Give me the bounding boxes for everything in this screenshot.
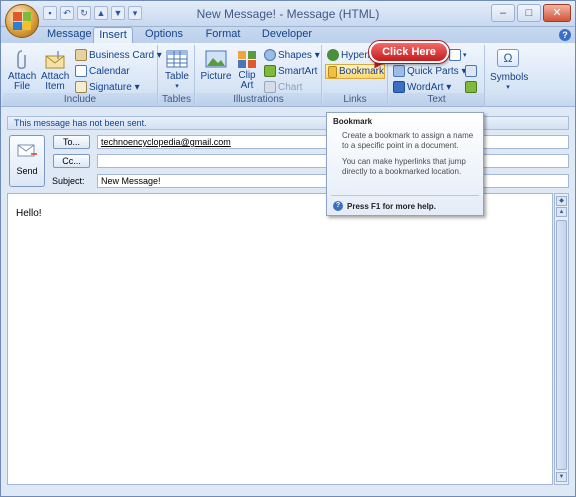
picture-icon [205,50,227,68]
tab-format-text[interactable]: Format Text [195,27,251,55]
ribbon: Attach File Attach Item Business Card ▾ … [1,43,575,107]
bookmark-tooltip: Bookmark Create a bookmark to assign a n… [326,112,484,216]
office-logo-icon [13,12,31,30]
business-card-icon [75,49,87,61]
window-title: New Message! - Message (HTML) [196,7,380,21]
group-include-label: Include [3,93,157,106]
quick-parts-icon [393,65,405,77]
subject-label: Subject: [52,176,85,186]
tooltip-divider [331,195,479,196]
bookmark-icon [328,65,337,78]
omega-icon: Ω [497,49,519,67]
tooltip-hint: You can make hyperlinks that jump direct… [342,157,466,176]
outlook-message-window: ▪ ↶ ↻ ▲ ▼ ▾ New Message! - Message (HTML… [0,0,576,497]
group-symbols: Ω Symbols ▾ [486,45,530,107]
scroll-top-icon[interactable]: ◆ [556,196,567,206]
business-card-button[interactable]: Business Card ▾ [75,49,162,61]
chevron-down-icon: ▾ [506,84,510,91]
attach-item-button[interactable]: Attach Item [39,49,71,92]
symbols-button[interactable]: Ω Symbols ▾ [490,49,528,93]
chart-button[interactable]: Chart [264,81,302,93]
minimize-button[interactable]: – [491,4,515,22]
text-box-button[interactable]: ▾ [449,49,467,61]
calendar-button[interactable]: Calendar [75,65,130,77]
info-bar: This message has not been sent. [7,116,569,130]
title-bar: ▪ ↶ ↻ ▲ ▼ ▾ New Message! - Message (HTML… [1,1,575,27]
click-here-callout: Click Here [369,41,449,63]
group-text-label: Text [389,93,484,106]
tab-developer[interactable]: Developer [261,27,313,43]
tooltip-title: Bookmark [333,117,373,126]
window-controls: – □ ✕ [491,4,571,22]
date-time-icon [465,81,477,93]
clip-art-icon [238,51,256,68]
hyperlink-button[interactable]: Hyperl [327,49,370,61]
table-button[interactable]: Table ▾ [161,49,193,92]
tab-insert[interactable]: Insert [93,27,133,43]
smartart-button[interactable]: SmartArt [264,65,317,77]
tooltip-description: Create a bookmark to assign a name to a … [342,131,474,150]
chart-icon [264,81,276,93]
signature-line-icon [465,65,477,77]
date-time-button[interactable] [465,81,477,93]
scroll-down-arrow[interactable]: ▼ [556,472,567,482]
scroll-thumb[interactable] [556,220,567,470]
message-body[interactable]: Hello! [7,193,553,485]
quick-parts-button[interactable]: Quick Parts ▾ [393,65,466,77]
shapes-icon [264,49,276,61]
clip-art-button[interactable]: Clip Art [234,49,260,91]
group-tables-label: Tables [159,93,194,106]
to-button[interactable]: To... [53,135,90,149]
group-illustrations: Picture Clip Art Shapes ▾ SmartArt Chart… [196,45,322,107]
group-links-label: Links [323,93,387,106]
message-body-text: Hello! [16,208,42,219]
chevron-down-icon: ▾ [175,83,179,90]
shapes-button[interactable]: Shapes ▾ [264,49,320,61]
tooltip-footer: ? Press F1 for more help. [333,201,436,211]
help-icon: ? [333,201,343,211]
table-icon [166,50,188,68]
signature-button[interactable]: Signature ▾ [75,81,140,93]
wordart-icon [393,81,405,93]
send-button[interactable]: Send [9,135,45,187]
envelope-attach-icon [45,51,65,69]
signature-icon [75,81,87,93]
paperclip-icon [17,50,26,70]
vertical-scrollbar[interactable]: ◆ ▲ ▼ [554,193,569,485]
office-button[interactable] [5,4,39,38]
calendar-icon [75,65,87,77]
group-include: Attach File Attach Item Business Card ▾ … [3,45,162,107]
close-button[interactable]: ✕ [543,4,571,22]
maximize-button[interactable]: □ [517,4,541,22]
send-envelope-icon [17,144,37,157]
globe-link-icon [327,49,339,61]
smartart-icon [264,65,276,77]
tab-message[interactable]: Message [47,27,92,43]
help-icon[interactable]: ? [559,29,571,41]
signature-line-button[interactable] [465,65,477,77]
ribbon-tabs: Message Insert Options Format Text Devel… [1,27,575,55]
tab-options[interactable]: Options [141,27,187,43]
group-tables: Table ▾ Tables [159,45,195,107]
cc-button[interactable]: Cc... [53,154,90,168]
attach-file-button[interactable]: Attach File [7,49,37,92]
wordart-button[interactable]: WordArt ▾ [393,81,451,93]
scroll-up-arrow[interactable]: ▲ [556,207,567,217]
chevron-down-icon: ▾ [463,52,467,59]
group-illustrations-label: Illustrations [196,93,321,106]
picture-button[interactable]: Picture [200,49,232,82]
text-box-icon [449,49,461,61]
